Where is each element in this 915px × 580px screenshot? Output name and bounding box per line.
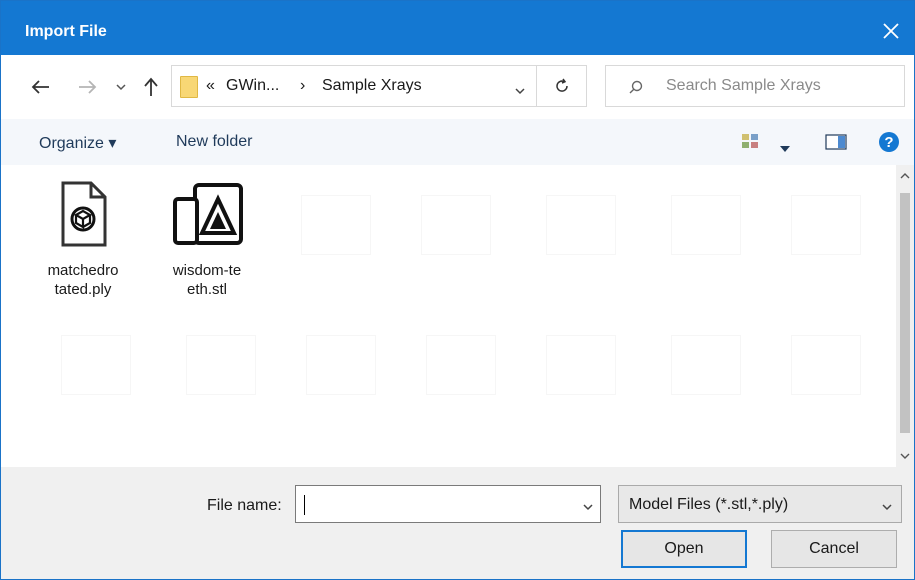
ghost-item: [671, 195, 741, 255]
svg-text:?: ?: [884, 134, 893, 151]
refresh-icon: [555, 78, 568, 92]
close-icon: [883, 23, 899, 39]
breadcrumb-current[interactable]: Sample Xrays: [322, 77, 422, 95]
chevron-down-icon: [900, 453, 910, 459]
file-name-input[interactable]: [295, 485, 601, 523]
caret-down-icon: [780, 146, 790, 152]
file-name-line-1: wisdom-te: [172, 262, 242, 279]
help-button[interactable]: ?: [878, 131, 900, 157]
chevron-down-icon: [882, 504, 892, 511]
chevron-up-icon: [900, 173, 910, 179]
import-file-dialog: Import File « GWin... › Sample Xrays Sea…: [0, 0, 915, 580]
breadcrumb-separator[interactable]: ›: [300, 77, 305, 95]
chevron-down-icon: [515, 88, 525, 95]
up-button[interactable]: [139, 75, 163, 99]
ghost-item: [791, 195, 861, 255]
scroll-thumb[interactable]: [900, 193, 910, 433]
preview-pane-icon: [825, 134, 847, 150]
ghost-item: [421, 195, 491, 255]
ghost-item: [791, 335, 861, 395]
ghost-item: [306, 335, 376, 395]
search-box[interactable]: Search Sample Xrays: [605, 65, 905, 107]
chevron-down-icon: [583, 504, 593, 511]
bottom-panel: File name: Model Files (*.stl,*.ply) Ope…: [1, 467, 914, 579]
arrow-up-icon: [144, 77, 158, 96]
vertical-scrollbar[interactable]: [896, 165, 914, 467]
file-type-select[interactable]: Model Files (*.stl,*.ply): [618, 485, 902, 523]
organize-button[interactable]: Organize ▾: [39, 133, 116, 153]
file-name-line-1: matchedro: [47, 262, 119, 279]
ghost-item: [186, 335, 256, 395]
file-type-dropdown-button[interactable]: [881, 498, 893, 515]
forward-button[interactable]: [73, 75, 101, 99]
refresh-button[interactable]: [537, 65, 587, 107]
arrow-left-icon: [31, 80, 49, 94]
toolbar: Organize ▾ New folder ?: [1, 119, 914, 165]
file-item[interactable]: wisdom-te eth.stl: [159, 179, 255, 299]
file-name-line-2: eth.stl: [186, 281, 228, 298]
file-name-label: File name:: [207, 497, 282, 514]
ghost-item: [301, 195, 371, 255]
ply-file-icon: [61, 181, 107, 247]
ghost-item: [61, 335, 131, 395]
file-type-value: Model Files (*.stl,*.ply): [629, 496, 789, 513]
ghost-item: [546, 195, 616, 255]
arrow-right-icon: [79, 80, 97, 94]
scroll-down-button[interactable]: [896, 449, 914, 463]
search-placeholder: Search Sample Xrays: [666, 77, 821, 94]
ghost-item: [546, 335, 616, 395]
preview-pane-button[interactable]: [825, 134, 847, 154]
open-button[interactable]: Open: [621, 530, 747, 568]
search-icon: [629, 80, 643, 94]
stl-file-icon: [173, 183, 243, 245]
title-bar: Import File: [1, 1, 914, 55]
address-dropdown-button[interactable]: [514, 82, 526, 99]
change-view-icon: [742, 134, 758, 148]
chevron-down-icon: [116, 84, 126, 91]
file-name-history-button[interactable]: [582, 498, 594, 515]
file-item[interactable]: matchedro tated.ply: [35, 179, 131, 299]
folder-icon: [180, 76, 198, 98]
recent-locations-button[interactable]: [111, 75, 131, 99]
cancel-button[interactable]: Cancel: [771, 530, 897, 568]
window-title: Import File: [25, 23, 107, 40]
scroll-up-button[interactable]: [896, 169, 914, 183]
view-options-button[interactable]: [741, 133, 759, 153]
new-folder-button[interactable]: New folder: [176, 133, 252, 151]
close-button[interactable]: [868, 11, 914, 51]
back-button[interactable]: [27, 75, 55, 99]
ghost-item: [671, 335, 741, 395]
ghost-item: [426, 335, 496, 395]
navigation-bar: « GWin... › Sample Xrays Search Sample X…: [1, 55, 914, 117]
help-icon: ?: [879, 132, 899, 152]
breadcrumb-parent[interactable]: GWin...: [226, 77, 279, 95]
view-menu-button[interactable]: [780, 139, 790, 156]
file-list-view[interactable]: matchedro tated.ply wisdom-te eth.stl: [1, 165, 896, 467]
address-overflow[interactable]: «: [206, 77, 215, 95]
file-name-line-2: tated.ply: [54, 281, 112, 298]
text-caret: [304, 495, 305, 515]
address-bar[interactable]: « GWin... › Sample Xrays: [171, 65, 537, 107]
